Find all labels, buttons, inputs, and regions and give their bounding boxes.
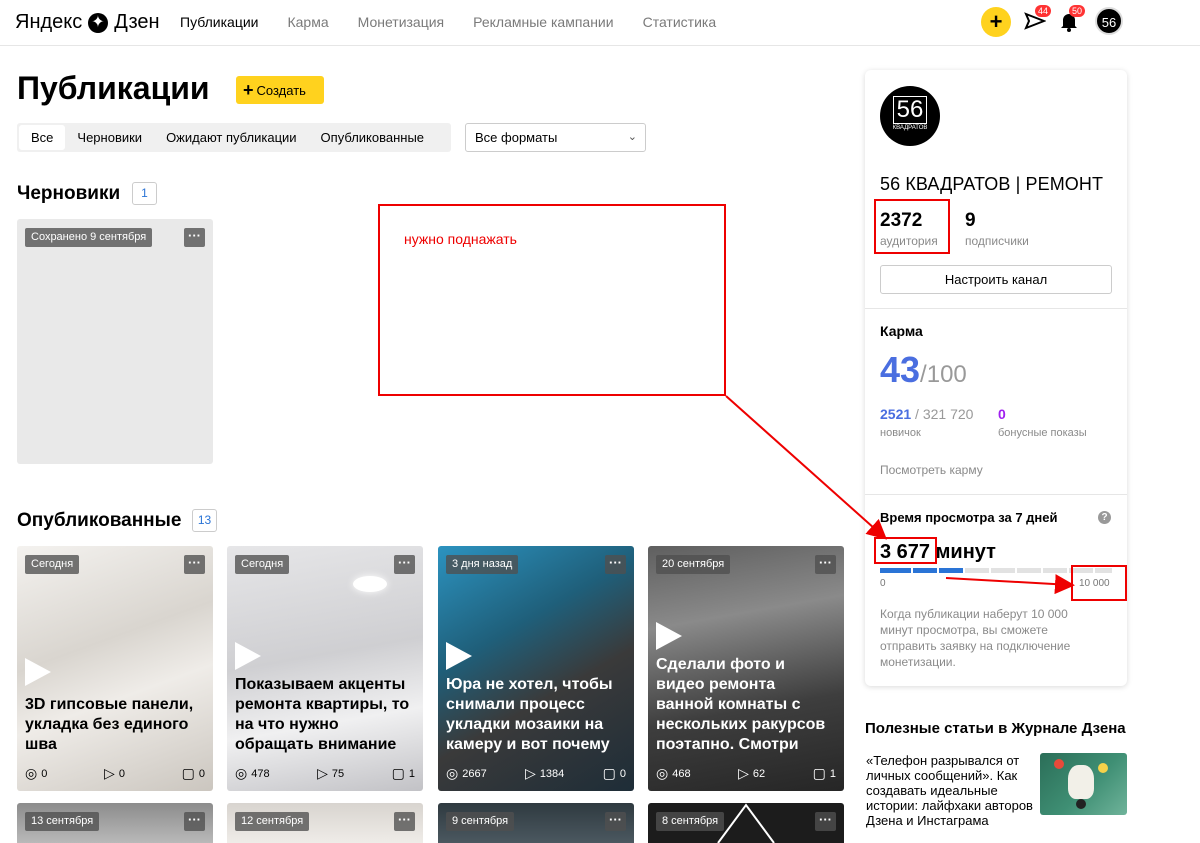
annotation-arrows [725, 395, 1075, 595]
